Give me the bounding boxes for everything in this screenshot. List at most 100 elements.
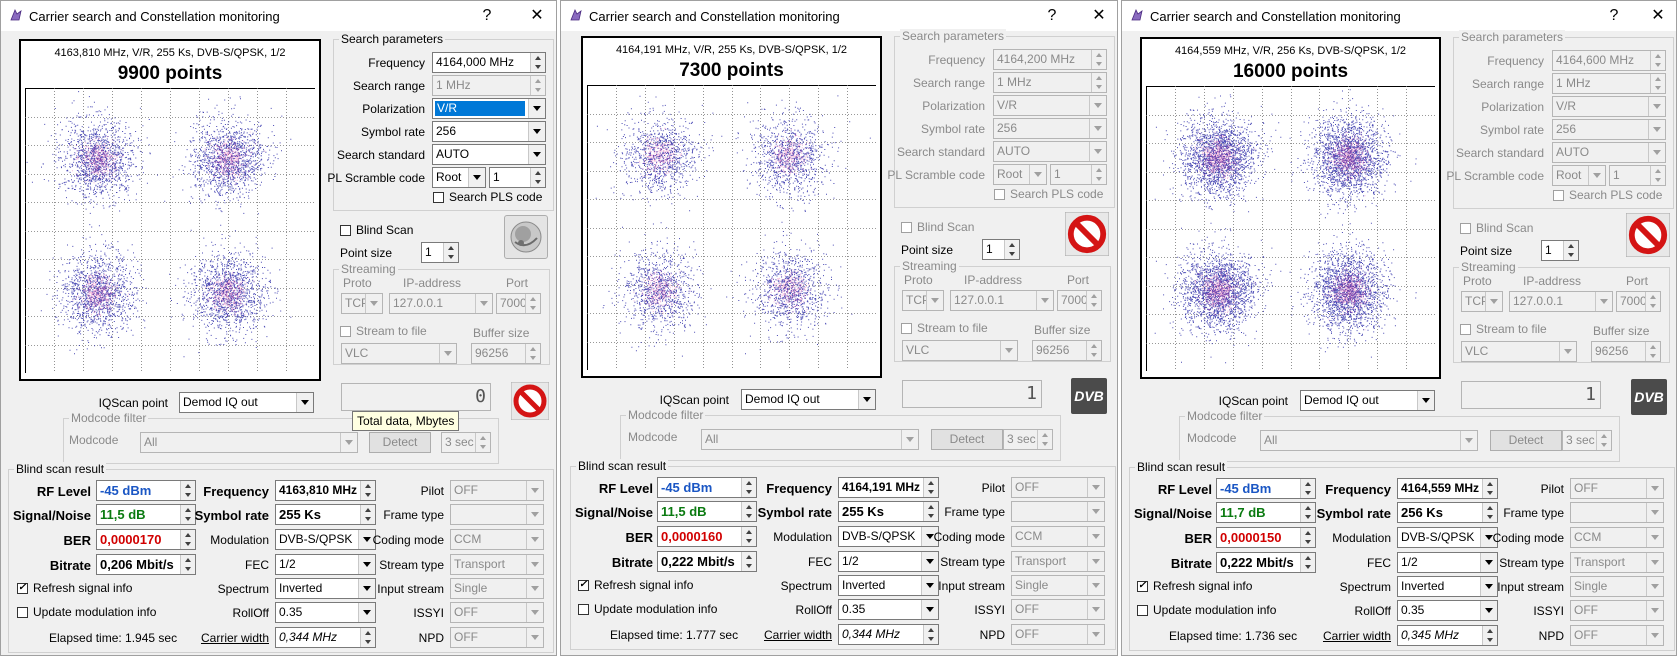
rolloff-select[interactable]: 0.35: [1397, 600, 1498, 621]
chevron-down-icon[interactable]: [526, 530, 543, 549]
refresh-signal-checkbox[interactable]: [17, 581, 28, 595]
modulation-select[interactable]: DVB-S/QPSK: [838, 526, 939, 547]
spin-arrows-icon[interactable]: [1645, 292, 1660, 311]
chevron-down-icon[interactable]: [1089, 96, 1106, 115]
chevron-down-icon[interactable]: [1480, 553, 1497, 572]
rolloff-select[interactable]: 0.35: [275, 602, 376, 623]
chevron-down-icon[interactable]: [1648, 120, 1665, 139]
port-input[interactable]: 7000: [496, 293, 541, 314]
proto-select[interactable]: TCP: [902, 290, 944, 311]
input-stream-select[interactable]: Single: [1570, 576, 1664, 597]
chevron-down-icon[interactable]: [1646, 577, 1663, 596]
modcode-select[interactable]: All: [140, 432, 358, 453]
chevron-down-icon[interactable]: [1480, 577, 1497, 596]
iqscan-select[interactable]: Demod IQ out: [741, 389, 876, 410]
close-button[interactable]: ✕: [523, 5, 551, 27]
chevron-down-icon[interactable]: [340, 433, 357, 452]
chevron-down-icon[interactable]: [526, 603, 543, 622]
chevron-down-icon[interactable]: [1648, 97, 1665, 116]
spectrum-select[interactable]: Inverted: [275, 578, 376, 599]
port-input[interactable]: 7000: [1616, 291, 1661, 312]
chevron-down-icon[interactable]: [1646, 601, 1663, 620]
point-size-input[interactable]: 1: [421, 242, 459, 263]
spin-arrows-icon[interactable]: [1650, 51, 1665, 70]
chevron-down-icon[interactable]: [1087, 502, 1104, 521]
help-button[interactable]: ?: [473, 5, 501, 27]
help-button[interactable]: ?: [1038, 5, 1066, 27]
buffer-size-input[interactable]: 96256: [1591, 341, 1661, 362]
modulation-select[interactable]: DVB-S/QPSK: [275, 529, 376, 550]
chevron-down-icon[interactable]: [358, 555, 375, 574]
ip-address-select[interactable]: 127.0.0.1: [1509, 291, 1613, 312]
close-button[interactable]: ✕: [1085, 5, 1113, 27]
chevron-down-icon[interactable]: [901, 430, 918, 449]
symbol-rate-select[interactable]: 256: [1552, 119, 1666, 140]
polarization-select[interactable]: V/R: [432, 98, 546, 119]
detect-time-input[interactable]: 3 sec: [1562, 430, 1612, 451]
chevron-down-icon[interactable]: [921, 600, 938, 619]
fec-select[interactable]: 1/2: [1397, 552, 1498, 573]
chevron-down-icon[interactable]: [921, 552, 938, 571]
stream-type-select[interactable]: Transport: [1011, 551, 1105, 572]
help-button[interactable]: ?: [1600, 5, 1628, 27]
spin-arrows-icon[interactable]: [1004, 240, 1019, 259]
search-standard-select[interactable]: AUTO: [1552, 142, 1666, 163]
search-standard-select[interactable]: AUTO: [993, 141, 1107, 162]
update-modulation-checkbox[interactable]: [578, 604, 589, 615]
chevron-down-icon[interactable]: [526, 481, 543, 500]
spin-arrows-icon[interactable]: [1091, 50, 1106, 69]
chevron-down-icon[interactable]: [296, 393, 313, 412]
chevron-down-icon[interactable]: [1480, 601, 1497, 620]
chevron-down-icon[interactable]: [1036, 291, 1053, 310]
start-search-button[interactable]: [504, 215, 548, 259]
chevron-down-icon[interactable]: [1588, 166, 1605, 185]
refresh-signal-checkbox[interactable]: [578, 578, 589, 592]
chevron-down-icon[interactable]: [1646, 528, 1663, 547]
stream-to-file-checkbox[interactable]: [340, 326, 351, 337]
chevron-down-icon[interactable]: [858, 390, 875, 409]
spin-arrows-icon[interactable]: [1086, 291, 1101, 310]
port-input[interactable]: 7000: [1057, 290, 1102, 311]
chevron-down-icon[interactable]: [1648, 143, 1665, 162]
chevron-down-icon[interactable]: [1087, 552, 1104, 571]
chevron-down-icon[interactable]: [439, 344, 456, 363]
issyi-select[interactable]: OFF: [1570, 600, 1664, 621]
frequency-input[interactable]: 4164,000 MHz: [432, 52, 546, 73]
chevron-down-icon[interactable]: [365, 294, 382, 313]
chevron-down-icon[interactable]: [526, 579, 543, 598]
chevron-down-icon[interactable]: [1087, 625, 1104, 644]
pl-scramble-mode-select[interactable]: Root: [432, 167, 486, 188]
chevron-down-icon[interactable]: [1485, 292, 1502, 311]
search-range-input[interactable]: 1 MHz: [432, 75, 546, 96]
pl-scramble-mode-select[interactable]: Root: [993, 164, 1047, 185]
frequency-input[interactable]: 4164,600 MHz: [1552, 50, 1666, 71]
chevron-down-icon[interactable]: [1000, 341, 1017, 360]
detect-button[interactable]: Detect: [931, 429, 1003, 450]
proto-select[interactable]: TCP: [341, 293, 383, 314]
blind-scan-checkbox[interactable]: [340, 225, 351, 236]
stream-to-file-checkbox[interactable]: [1460, 324, 1471, 335]
spin-arrows-icon[interactable]: [1091, 165, 1106, 184]
spin-arrows-icon[interactable]: [1645, 342, 1660, 361]
chevron-down-icon[interactable]: [1646, 553, 1663, 572]
chevron-down-icon[interactable]: [526, 555, 543, 574]
chevron-down-icon[interactable]: [475, 294, 492, 313]
chevron-down-icon[interactable]: [1646, 626, 1663, 645]
pilot-select[interactable]: OFF: [1570, 478, 1664, 499]
spin-arrows-icon[interactable]: [1563, 241, 1578, 260]
search-range-input[interactable]: 1 MHz: [1552, 73, 1666, 94]
frame-type-select[interactable]: [1011, 501, 1105, 522]
spin-arrows-icon[interactable]: [1650, 74, 1665, 93]
chevron-down-icon[interactable]: [1087, 600, 1104, 619]
symbol-rate-select[interactable]: 256: [993, 118, 1107, 139]
spin-arrows-icon[interactable]: [1091, 73, 1106, 92]
buffer-size-input[interactable]: 96256: [471, 343, 541, 364]
spin-arrows-icon[interactable]: [1650, 166, 1665, 185]
npd-select[interactable]: OFF: [450, 627, 544, 648]
pilot-select[interactable]: OFF: [450, 480, 544, 501]
search-range-input[interactable]: 1 MHz: [993, 72, 1107, 93]
input-stream-select[interactable]: Single: [450, 578, 544, 599]
search-pls-checkbox[interactable]: [1553, 190, 1564, 201]
iqscan-select[interactable]: Demod IQ out: [179, 392, 314, 413]
chevron-down-icon[interactable]: [1087, 527, 1104, 546]
